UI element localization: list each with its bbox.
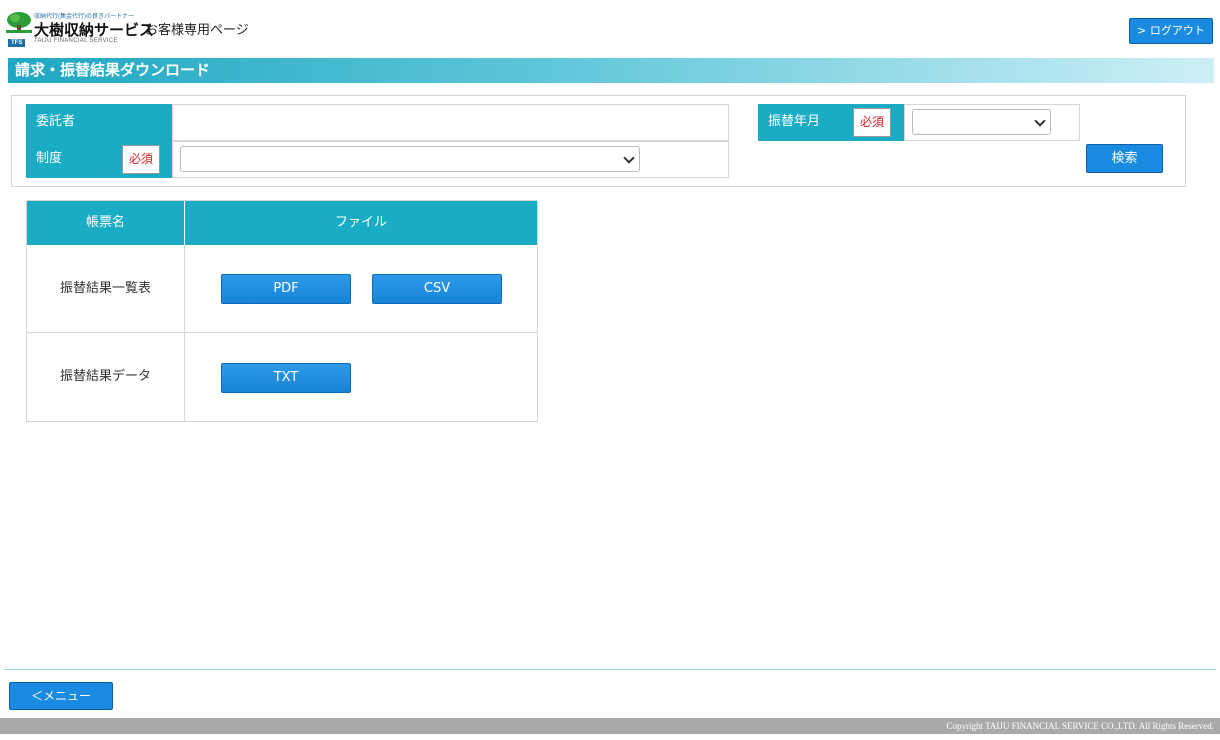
search-button[interactable]: 検索 [1086,144,1163,173]
txt-download-button[interactable]: TXT [221,363,351,393]
chevron-down-icon [623,152,635,164]
logo-english-name: TAIJU FINANCIAL SERVICE [34,38,118,44]
system-select[interactable] [180,146,640,172]
transfer-month-select[interactable] [912,109,1051,135]
download-table: 帳票名 ファイル 振替結果一覧表 PDF CSV 振替結果データ TXT [26,200,538,422]
column-header-report-name: 帳票名 [27,201,184,245]
required-badge: 必須 [122,145,160,174]
report-name-transfer-result-list: 振替結果一覧表 [59,281,151,296]
consignor-label: 委託者 [26,104,172,141]
consignor-value [172,104,729,141]
logo-abbr: TFS [8,39,26,47]
back-to-menu-button[interactable]: ＜メニュー [9,682,113,710]
logout-button[interactable]: > ログアウト [1129,18,1213,44]
report-name-transfer-result-data: 振替結果データ [59,369,151,384]
page-title: 請求・振替結果ダウンロード [8,58,1214,83]
tree-logo-icon [6,12,32,33]
page-label: お客様専用ページ [145,23,249,38]
copyright-bar: Copyright TAIJU FINANCIAL SERVICE CO.,LT… [0,718,1220,734]
required-badge: 必須 [853,108,891,137]
logo-name: 大樹収納サービス [34,21,155,39]
column-header-file: ファイル [185,201,537,245]
pdf-download-button[interactable]: PDF [221,274,351,304]
column-divider [184,245,185,421]
csv-download-button[interactable]: CSV [372,274,502,304]
footer-divider [4,669,1216,670]
chevron-down-icon [1034,115,1046,127]
